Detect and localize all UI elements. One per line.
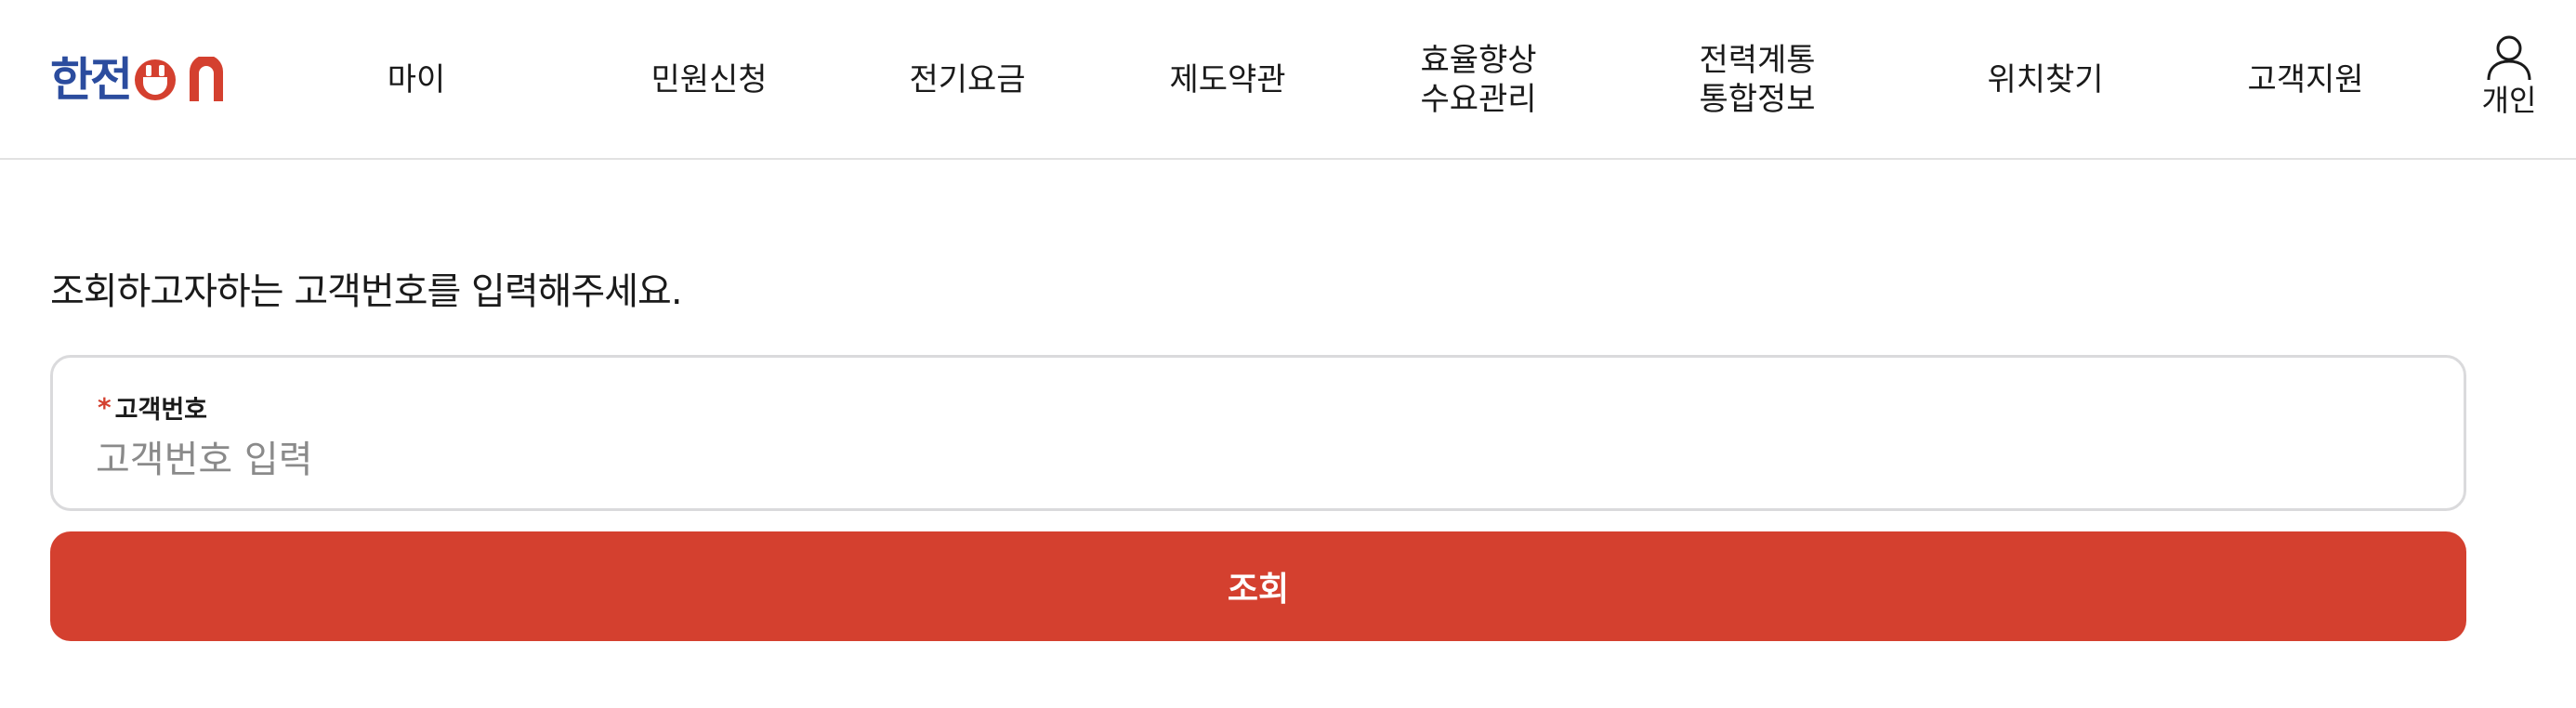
customer-number-input[interactable] [96,432,2400,488]
nav-item-location[interactable]: 위치찾기 [1957,0,2134,160]
nav-item-civil-request[interactable]: 민원신청 [621,0,797,160]
nav-item-terms[interactable]: 제도약관 [1139,0,1316,160]
user-type-label: 개인 [2481,83,2537,118]
nav-item-support[interactable]: 고객지원 [2217,0,2394,160]
user-icon [2487,35,2531,81]
user-menu[interactable]: 개인 [2472,33,2546,126]
nav-item-efficiency-demand[interactable]: 효율향상 수요관리 [1390,0,1567,160]
on-plug-logo-icon [135,57,223,101]
nav-item-grid-info[interactable]: 전력계통 통합정보 [1669,0,1846,160]
field-label-text: 고객번호 [114,396,208,425]
logo-brand-text: 한전 [50,53,133,107]
nav-item-my[interactable]: 마이 [342,0,491,160]
customer-number-field[interactable]: * 고객번호 [50,355,2466,511]
nav-item-electricity-rates[interactable]: 전기요금 [879,0,1056,160]
customer-number-label: * 고객번호 [98,389,207,426]
required-marker: * [98,392,112,423]
kepco-on-logo[interactable]: 한전 [50,54,255,106]
site-header: 한전 마이 민원신청 전기요금 제도약관 효율향상 수요관리 전력계통 통합정보… [0,0,2576,160]
page-instruction: 조회하고자하는 고객번호를 입력해주세요. [50,270,683,313]
search-button[interactable]: 조회 [50,531,2466,641]
